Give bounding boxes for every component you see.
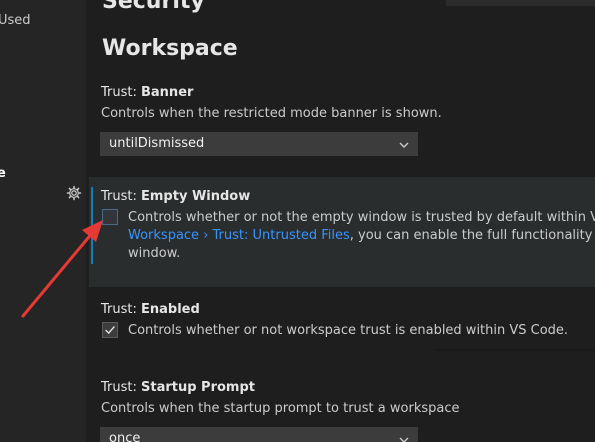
setting-description-enabled: Controls whether or not workspace trust … [128, 323, 569, 338]
setting-description-banner: Controls when the restricted mode banner… [101, 106, 442, 121]
section-heading-security: Security [102, 0, 205, 14]
setting-name: Banner [141, 85, 194, 100]
setting-category: Trust: [101, 85, 141, 100]
breadcrumb-separator: › [199, 228, 213, 243]
setting-name: Startup Prompt [141, 380, 255, 395]
banner-select[interactable]: untilDismissed [100, 132, 418, 156]
settings-sidebar: Used e [0, 0, 86, 442]
startup-prompt-select[interactable]: once [100, 427, 418, 442]
select-value: untilDismissed [109, 136, 205, 151]
setting-description-empty-window-line3: window. [128, 246, 181, 261]
setting-title-empty-window: Trust: Empty Window [101, 189, 250, 204]
link-workspace[interactable]: Workspace [128, 228, 199, 243]
setting-name: Enabled [141, 302, 200, 317]
setting-category: Trust: [101, 189, 141, 204]
chevron-down-icon [399, 142, 409, 148]
gear-icon[interactable] [66, 185, 82, 201]
select-value: once [109, 431, 141, 442]
setting-title-banner: Trust: Banner [101, 85, 193, 100]
sidebar-item-used[interactable]: Used [0, 13, 31, 28]
empty-window-checkbox[interactable] [102, 209, 118, 225]
setting-description-startup-prompt: Controls when the startup prompt to trus… [101, 401, 460, 416]
setting-description-empty-window: Controls whether or not the empty window… [128, 210, 595, 225]
enabled-checkbox[interactable] [102, 322, 118, 338]
setting-description-empty-window-line2: Workspace › Trust: Untrusted Files, you … [128, 227, 595, 245]
focus-indicator [91, 187, 93, 264]
divider [436, 349, 595, 351]
sidebar-item-active[interactable]: e [0, 166, 6, 181]
setting-title-startup-prompt: Trust: Startup Prompt [101, 380, 255, 395]
settings-editor: Security Workspace Trust: Banner Control… [86, 0, 595, 442]
link-untrusted-files[interactable]: Trust: Untrusted Files [213, 228, 350, 243]
check-icon [105, 326, 115, 335]
chevron-down-icon [399, 437, 409, 442]
section-heading-workspace: Workspace [102, 36, 238, 61]
setting-category: Trust: [101, 380, 141, 395]
top-strip [446, 0, 595, 6]
setting-category: Trust: [101, 302, 141, 317]
setting-title-enabled: Trust: Enabled [101, 302, 200, 317]
setting-name: Empty Window [141, 189, 251, 204]
description-text: , you can enable the full functionality … [349, 228, 595, 243]
